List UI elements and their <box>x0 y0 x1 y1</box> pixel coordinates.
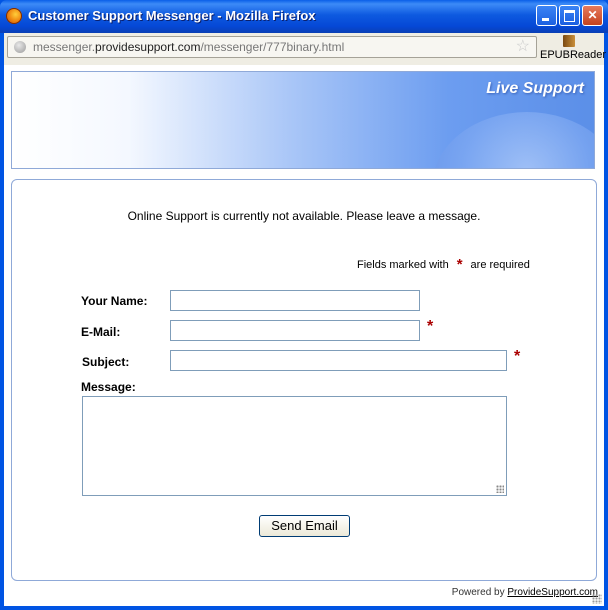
book-icon <box>563 35 575 47</box>
epubreader-button[interactable]: EPUBReader <box>540 33 607 65</box>
window-client-area: messenger.providesupport.com/messenger/7… <box>4 33 607 606</box>
message-label: Message: <box>81 380 136 394</box>
maximize-button[interactable] <box>559 5 580 26</box>
email-required-icon: * <box>427 318 434 335</box>
url-domain: providesupport.com <box>95 40 201 54</box>
required-star-icon: * <box>456 256 463 273</box>
url-text[interactable]: messenger.providesupport.com/messenger/7… <box>33 40 344 54</box>
textarea-resize-grip-icon[interactable] <box>496 485 504 493</box>
name-input[interactable] <box>170 290 420 311</box>
live-support-banner: Live Support <box>11 71 595 169</box>
powered-by-footer: Powered by ProvideSupport.com <box>451 587 598 598</box>
bookmark-star-icon[interactable]: ☆ <box>516 38 530 56</box>
navigation-toolbar: messenger.providesupport.com/messenger/7… <box>4 33 607 65</box>
firefox-icon <box>6 8 22 24</box>
site-identity-icon[interactable] <box>14 41 26 53</box>
send-email-button[interactable]: Send Email <box>259 515 350 537</box>
subject-required-icon: * <box>514 348 521 365</box>
subject-label: Subject: <box>82 355 130 369</box>
window-title: Customer Support Messenger - Mozilla Fir… <box>28 8 316 23</box>
title-bar[interactable]: Customer Support Messenger - Mozilla Fir… <box>0 0 608 33</box>
message-textarea[interactable] <box>82 396 507 496</box>
subject-input[interactable] <box>170 350 507 371</box>
name-label: Your Name: <box>81 294 148 308</box>
minimize-button[interactable] <box>536 5 557 26</box>
epubreader-label: EPUBReader <box>540 49 607 61</box>
window-resize-grip-icon[interactable] <box>592 594 602 604</box>
email-input[interactable] <box>170 320 420 341</box>
providesupport-link[interactable]: ProvideSupport.com <box>507 587 598 598</box>
email-label: E-Mail: <box>81 325 121 339</box>
browser-window: Customer Support Messenger - Mozilla Fir… <box>0 0 608 610</box>
close-button[interactable]: ✕ <box>582 5 603 26</box>
notice-text: Online Support is currently not availabl… <box>127 209 481 223</box>
required-fields-note: Fields marked with * are required <box>357 256 530 273</box>
address-bar[interactable]: messenger.providesupport.com/messenger/7… <box>7 36 537 58</box>
banner-title: Live Support <box>486 80 584 97</box>
